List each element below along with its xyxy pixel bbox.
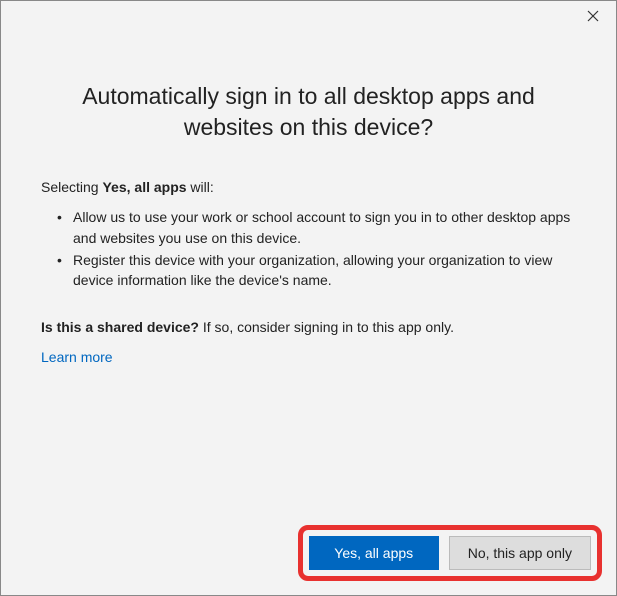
bullet-list: Allow us to use your work or school acco… [41, 207, 576, 292]
shared-rest: If so, consider signing in to this app o… [199, 319, 454, 335]
learn-more-link[interactable]: Learn more [41, 349, 576, 365]
intro-bold: Yes, all apps [102, 179, 186, 195]
intro-prefix: Selecting [41, 179, 102, 195]
shared-bold: Is this a shared device? [41, 319, 199, 335]
list-item: Register this device with your organizat… [73, 250, 576, 291]
intro-suffix: will: [187, 179, 214, 195]
titlebar [1, 1, 616, 33]
dialog-heading: Automatically sign in to all desktop app… [41, 81, 576, 143]
shared-device-text: Is this a shared device? If so, consider… [41, 319, 576, 335]
yes-all-apps-button[interactable]: Yes, all apps [309, 536, 439, 570]
signin-dialog: Automatically sign in to all desktop app… [0, 0, 617, 596]
intro-text: Selecting Yes, all apps will: [41, 177, 576, 197]
dialog-content: Automatically sign in to all desktop app… [1, 33, 616, 595]
no-this-app-only-button[interactable]: No, this app only [449, 536, 591, 570]
button-row-highlight: Yes, all apps No, this app only [298, 525, 602, 581]
close-icon [587, 10, 599, 22]
close-button[interactable] [570, 1, 616, 31]
list-item: Allow us to use your work or school acco… [73, 207, 576, 248]
